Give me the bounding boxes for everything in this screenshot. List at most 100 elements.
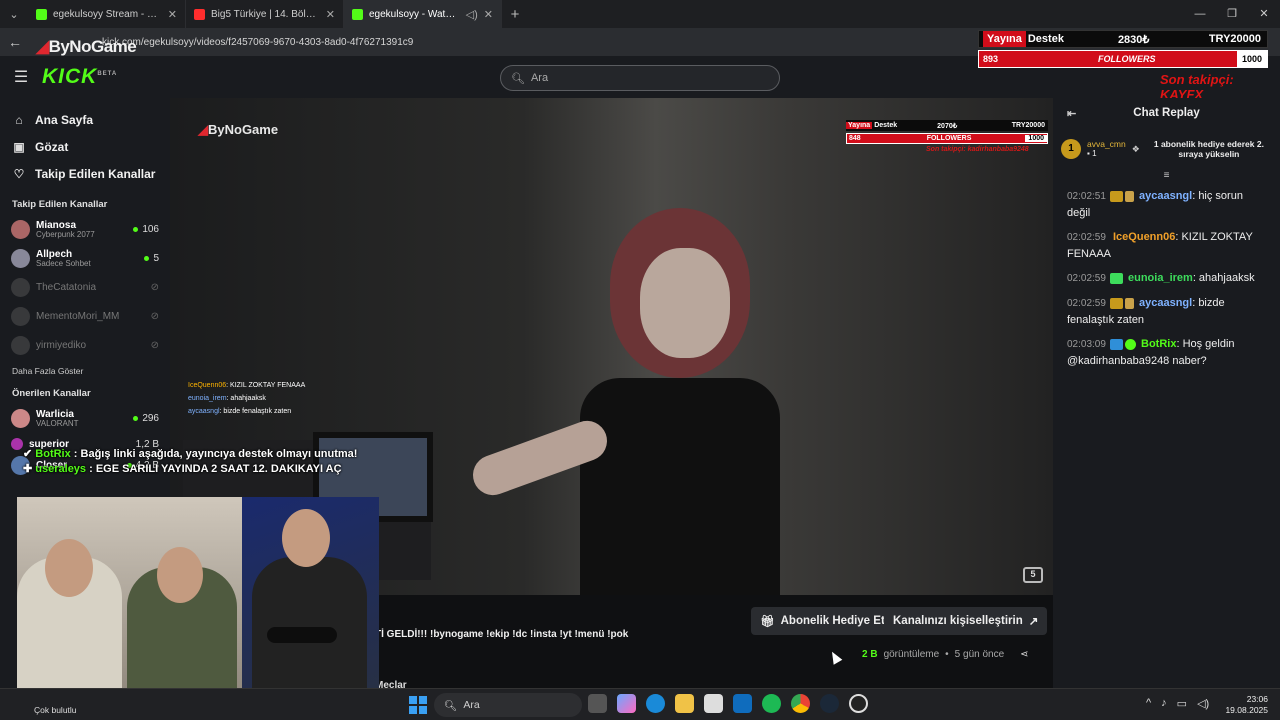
kick-logo[interactable]: KICKBETA (42, 65, 117, 89)
chrome-icon[interactable] (791, 694, 810, 713)
volume-icon[interactable]: ◁) (1197, 697, 1209, 710)
view-count: 2 B (862, 649, 878, 660)
obs-icon[interactable] (849, 694, 868, 713)
taskbar-clock[interactable]: 23:06 19.08.2025 (1222, 694, 1268, 716)
nav-label: Gözat (35, 139, 69, 154)
video-donate-amount: 2070₺ (937, 122, 958, 130)
avatar (11, 438, 23, 450)
tray-chevron-icon[interactable]: ^ (1146, 697, 1151, 710)
browser-tab-2[interactable]: Big5 Türkiye | 14. Bölüm : SINIR ✕ (186, 0, 344, 28)
taskbar-apps (588, 694, 868, 713)
bot-badge-icon (1109, 338, 1123, 350)
crown-badge-icon (1109, 297, 1123, 309)
gift-leaderboard[interactable]: 1 avva_cmn ▪ 1 ❖ 1 abonelik hediye ederek… (1053, 128, 1280, 170)
donation-row: Yayına Destek 2830₺ TRY20000 (978, 30, 1268, 48)
nav-following[interactable]: ♡ Takip Edilen Kanallar (0, 160, 170, 187)
maximize-icon[interactable]: ❐ (1216, 0, 1248, 28)
rank-badge: 1 (1061, 139, 1081, 159)
show-more-link[interactable]: Daha Fazla Göster (0, 366, 170, 376)
section-heading-partial: Meclar (375, 680, 407, 688)
outlook-icon[interactable] (733, 694, 752, 713)
avatar (11, 220, 30, 239)
back-arrow-icon[interactable]: ← (0, 34, 30, 50)
head-right (282, 509, 330, 567)
ticker-line: ✚ useraleys : EGE SARILI YAYINDA 2 SAAT … (23, 462, 357, 477)
search-input[interactable]: 🔍︎ Ara (500, 65, 780, 91)
steam-icon[interactable] (820, 694, 839, 713)
chat-timestamp: 02:02:51 (1067, 191, 1106, 202)
channel-item[interactable]: TheCatatonia ⊘ (0, 273, 170, 302)
bynogame-overlay-logo: ◢ByNoGame (36, 37, 137, 57)
video-followers-label: FOLLOWERS (926, 135, 972, 142)
chat-message: 02:02:59 eunoia_irem: ahahjaaksk (1053, 266, 1280, 291)
nav-home[interactable]: ⌂ Ana Sayfa (0, 106, 170, 133)
taskbar-search-placeholder: Ara (463, 699, 480, 711)
clock-time: 23:06 (1246, 694, 1268, 704)
video-donate-goal: TRY20000 (1011, 122, 1045, 129)
channel-item[interactable]: Warlicia VALORANT 296 (0, 404, 170, 433)
video-donate-b: Destek (874, 122, 898, 129)
avatar (11, 249, 30, 268)
channel-name: yirmiyediko (36, 340, 87, 351)
spotify-icon[interactable] (762, 694, 781, 713)
window-controls: — ❐ ✕ (1184, 0, 1280, 28)
channel-name: TheCatatonia (36, 282, 97, 293)
kick-favicon-icon (352, 8, 363, 20)
windows-start-icon[interactable] (409, 696, 427, 714)
close-tab-icon[interactable]: ✕ (484, 8, 493, 21)
menu-icon[interactable]: ☰ (0, 67, 42, 87)
customize-channel-button[interactable]: Kanalınızı kişiselleştirin ↗ (884, 607, 1048, 635)
chat-username[interactable]: aycaasngl (1139, 190, 1192, 202)
close-tab-icon[interactable]: ✕ (168, 8, 177, 21)
channel-item[interactable]: Mianosa Cyberpunk 2077 106 (0, 215, 170, 244)
chat-username[interactable]: IceQuenn06 (1113, 231, 1175, 243)
channel-item[interactable]: yirmiyediko ⊘ (0, 331, 170, 360)
edge-icon[interactable] (646, 694, 665, 713)
nav-browse[interactable]: ▣ Gözat (0, 133, 170, 160)
browser-tab-3[interactable]: egekulsoyy - Watch the VOD ◁) ✕ (344, 0, 502, 28)
gift-icon: 🎁︎ (760, 616, 775, 628)
chat-username[interactable]: BotRix (1141, 338, 1176, 350)
chat-username[interactable]: aycaasngl (1139, 297, 1192, 309)
head-left (45, 539, 93, 597)
close-window-icon[interactable]: ✕ (1248, 0, 1280, 28)
store-icon[interactable] (704, 694, 723, 713)
network-icon[interactable]: ▭ (1177, 697, 1187, 710)
gift-subscription-button[interactable]: 🎁︎ Abonelik Hediye Et (751, 607, 894, 635)
mouse-cursor-icon (827, 649, 843, 665)
external-link-icon: ↗ (1028, 616, 1039, 628)
browser-tab-1[interactable]: egekulsoyy Stream - Watch Live ✕ (28, 0, 186, 28)
speaker-icon[interactable]: ◁) (466, 8, 478, 21)
followers-count: 893 (983, 54, 999, 64)
chat-message: 02:02:59 aycaasngl: bizde fenalaştık zat… (1053, 291, 1280, 332)
taskbar-search[interactable]: 🔍︎ Ara (434, 693, 582, 717)
donation-label-a: Yayına (983, 31, 1026, 47)
copilot-icon[interactable] (617, 694, 636, 713)
channel-category: VALORANT (36, 418, 79, 428)
tab-list-button[interactable]: ⌄ (0, 0, 28, 28)
chat-panel: ⇤ Chat Replay 1 avva_cmn ▪ 1 ❖ 1 abonelik… (1053, 98, 1280, 688)
share-icon[interactable]: ⋖ (1020, 649, 1028, 660)
new-tab-button[interactable]: + (502, 6, 528, 23)
weather-widget[interactable]: Çok bulutlu (34, 705, 77, 715)
viewer-count: 106 (142, 224, 159, 235)
avatar (11, 307, 30, 326)
live-dot-icon (133, 227, 139, 232)
microphone-icon[interactable]: ♪ (1161, 697, 1167, 710)
channel-item[interactable]: MementoMori_MM ⊘ (0, 302, 170, 331)
expand-leaderboard-icon[interactable]: ≡ (1053, 170, 1280, 184)
video-chat-user: eunoia_irem (188, 395, 227, 402)
close-tab-icon[interactable]: ✕ (326, 8, 335, 21)
file-explorer-icon[interactable] (675, 694, 694, 713)
ticker-line: ✔ BotRix : Bağış linki aşağıda, yayıncıy… (23, 447, 357, 462)
chat-username[interactable]: eunoia_irem (1128, 272, 1193, 284)
channel-item[interactable]: Allpech Sadece Sohbet 5 (0, 244, 170, 273)
last-follower-label: Son takipçi: (1160, 72, 1234, 87)
video-title: Tİ GELDİ!!! !bynogame !ekip !dc !insta !… (375, 629, 629, 640)
minimize-icon[interactable]: — (1184, 0, 1216, 28)
video-chat-user: IceQuenn06 (188, 382, 227, 389)
chat-timestamp: 02:02:59 (1067, 232, 1106, 243)
collapse-chat-icon[interactable]: ⇤ (1067, 107, 1076, 120)
url-field[interactable]: kick.com/egekulsoyy/videos/f2457069-9670… (102, 37, 413, 48)
task-view-icon[interactable] (588, 694, 607, 713)
